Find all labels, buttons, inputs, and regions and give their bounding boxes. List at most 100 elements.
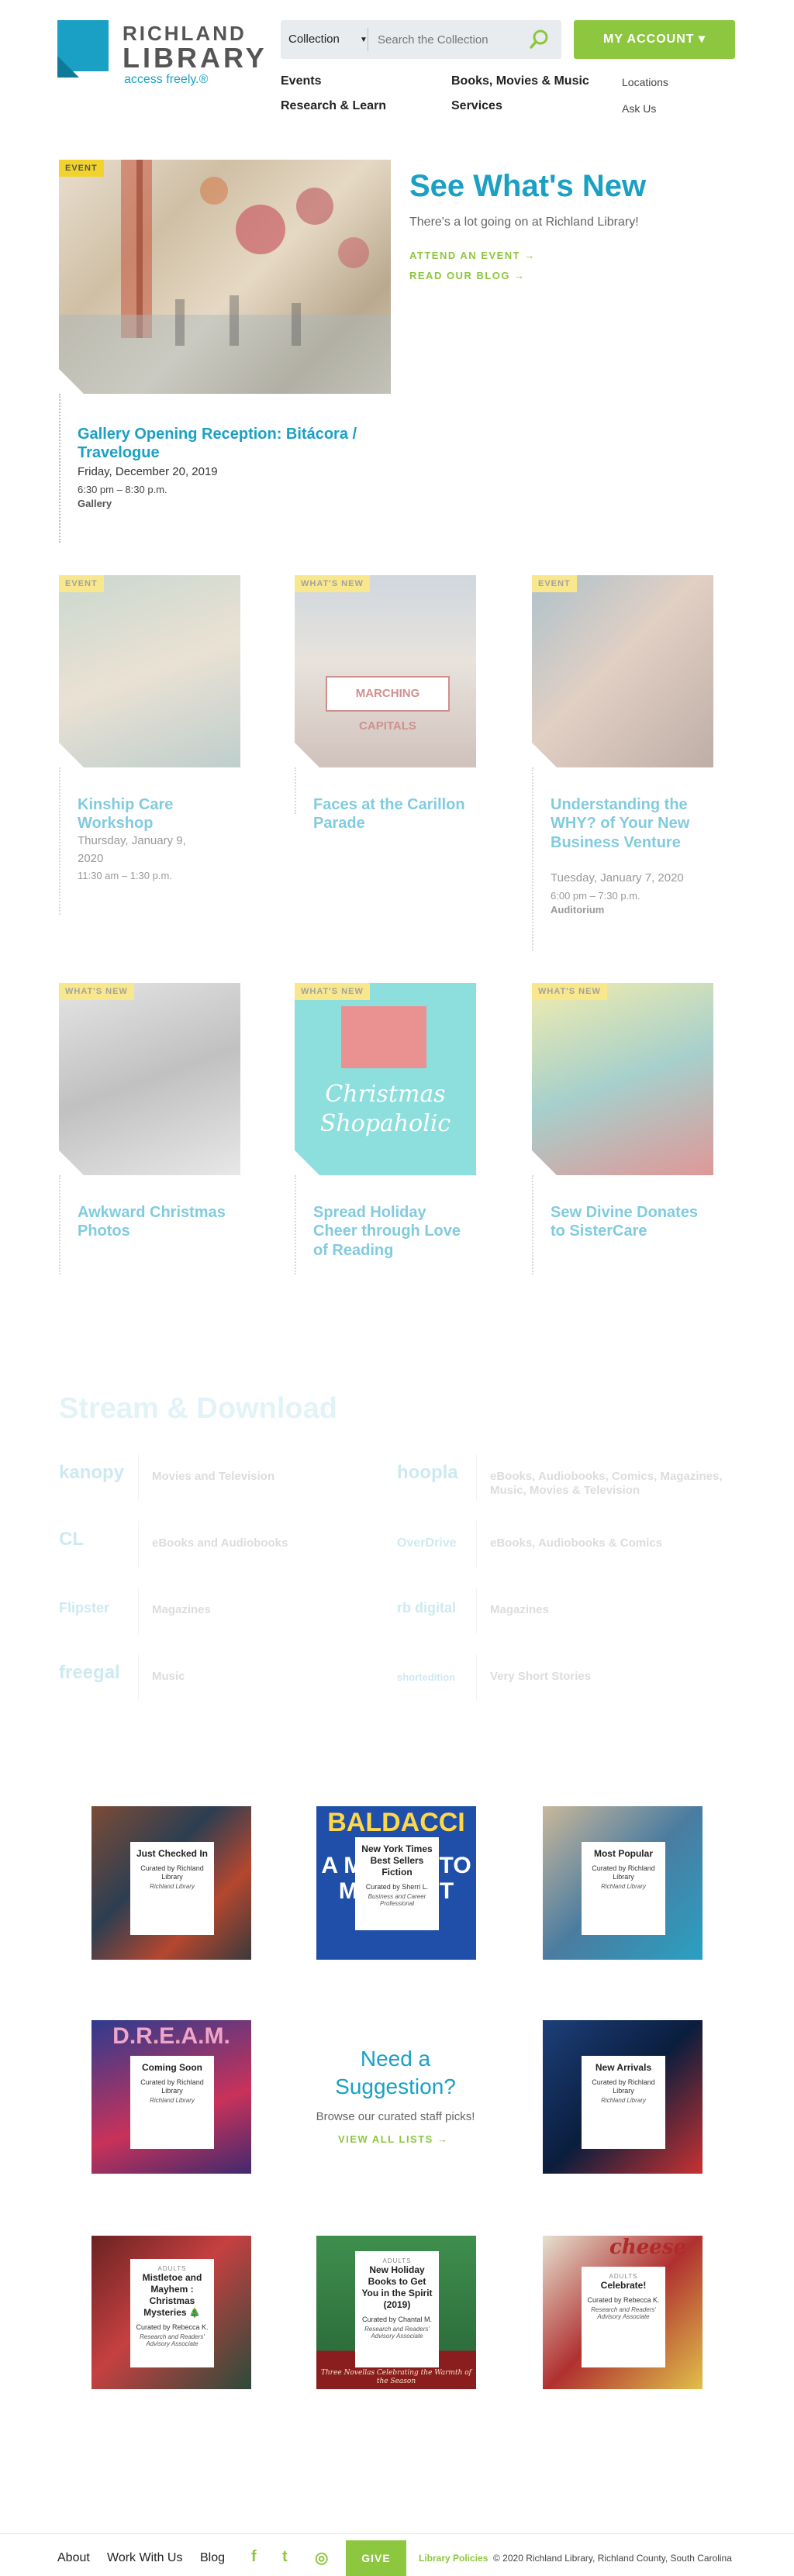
stream-row[interactable]: OverDrive eBooks, Audiobooks & Comics (397, 1521, 730, 1567)
my-account-button[interactable]: MY ACCOUNT ▾ (574, 20, 735, 59)
card-image[interactable]: WHAT'S NEW (59, 983, 240, 1175)
stream-desc: Magazines (490, 1603, 549, 1616)
list-card: ADULTS Celebrate! Curated by Rebecca K. Res… (582, 2267, 665, 2367)
card-image[interactable]: EVENT (532, 575, 713, 767)
card-date: Thursday, January 9, 2020 (78, 834, 186, 865)
list-tile[interactable]: cheese ADULTS Celebrate! Curated by Rebecc… (543, 2236, 703, 2389)
overdrive-logo: OverDrive (397, 1536, 457, 1550)
card-image[interactable]: WHAT'S NEW (532, 983, 713, 1175)
my-account-label: MY ACCOUNT (602, 33, 695, 46)
card-title[interactable]: Kinship Care Workshop (78, 795, 233, 833)
card-divider (59, 767, 60, 915)
featured-title[interactable]: Gallery Opening Reception: Bitácora / Tr… (78, 425, 372, 463)
card-time: 6:00 pm – 7:30 p.m. (551, 890, 640, 902)
hoopla-logo: hoopla (397, 1462, 458, 1483)
stream-row[interactable]: shortedition Very Short Stories (397, 1654, 730, 1701)
nav-events[interactable]: Events (281, 74, 321, 88)
card-divider (59, 394, 60, 543)
image-corner-notch (532, 743, 557, 767)
image-corner-notch (295, 1150, 319, 1175)
cloudlibrary-logo: CL (59, 1529, 84, 1550)
card-divider (532, 767, 533, 950)
library-policies-link[interactable]: Library Policies (419, 2553, 488, 2564)
logo[interactable]: RICHLAND LIBRARY access freely.® (57, 20, 264, 86)
card-title[interactable]: Understanding the WHY? of Your New Busin… (551, 795, 706, 852)
card-time: 11:30 am – 1:30 p.m. (78, 870, 172, 881)
list-curator-role: Business and Career Professional (368, 1892, 426, 1907)
event-tag: EVENT (59, 160, 104, 177)
stream-row[interactable]: kanopy Movies and Television (59, 1454, 392, 1501)
card-image[interactable]: MARCHING CAPITALS WHAT'S NEW (295, 575, 476, 767)
list-card: Coming Soon Curated by Richland Library Ri… (130, 2056, 214, 2149)
nav-services[interactable]: Services (451, 99, 502, 113)
copyright: © 2020 Richland Library, Richland County… (493, 2553, 732, 2564)
list-card: ADULTS Mistletoe and Mayhem : Christmas M… (130, 2259, 214, 2367)
featured-image[interactable]: EVENT (59, 160, 391, 394)
brand-line2: LIBRARY (123, 42, 268, 74)
list-tile[interactable]: Just Checked In Curated by Richland Libra… (91, 1806, 251, 1960)
list-curator-role: Richland Library (150, 1882, 195, 1890)
read-blog-link[interactable]: READ OUR BLOG → (409, 270, 526, 281)
stream-row[interactable]: Flipster Magazines (59, 1588, 392, 1634)
nav-ask-us[interactable]: Ask Us (622, 102, 656, 115)
event-tag: EVENT (59, 575, 104, 592)
footer-blog-link[interactable]: Blog (200, 2551, 225, 2565)
caret-down-icon: ▾ (698, 33, 706, 46)
list-tile[interactable]: ADULTS Mistletoe and Mayhem : Christmas M… (91, 2236, 251, 2389)
card-title[interactable]: Sew Divine Donates to SisterCare (551, 1203, 706, 1241)
card-image[interactable]: EVENT (59, 575, 240, 767)
stream-row[interactable]: rb digital Magazines (397, 1588, 730, 1634)
gift-box (341, 1006, 426, 1068)
facebook-icon[interactable]: f (251, 2548, 257, 2566)
card-image[interactable]: Christmas Shopaholic WHAT'S NEW (295, 983, 476, 1175)
stream-row[interactable]: CL eBooks and Audiobooks (59, 1521, 392, 1567)
search-input[interactable] (368, 28, 523, 51)
list-title: Just Checked In (136, 1848, 209, 1859)
search-scope-select[interactable]: Collection (288, 20, 340, 59)
flipster-logo: Flipster (59, 1600, 110, 1616)
list-tile[interactable]: Most Popular Curated by Richland Library R… (543, 1806, 703, 1960)
stream-row[interactable]: freegal Music (59, 1654, 392, 1701)
card-divider (59, 1175, 60, 1274)
cover-text: BALDACCI (327, 1808, 465, 1837)
give-button[interactable]: GIVE (346, 2540, 406, 2576)
list-title: Coming Soon (142, 2062, 202, 2073)
nav-books[interactable]: Books, Movies & Music (451, 74, 589, 88)
give-label: GIVE (361, 2552, 391, 2564)
view-all-lists-link[interactable]: VIEW ALL LISTS → (338, 2133, 448, 2145)
audience-label: ADULTS (382, 2257, 412, 2264)
list-tile[interactable]: D.R.E.A.M. Coming Soon Curated by Richlan… (91, 2020, 251, 2174)
divider (476, 1454, 477, 1501)
event-tag: EVENT (532, 575, 577, 592)
card-title[interactable]: Awkward Christmas Photos (78, 1203, 233, 1241)
instagram-icon[interactable]: ◎ (315, 2548, 328, 2567)
card-title[interactable]: Faces at the Carillon Parade (313, 795, 468, 833)
list-title: New Arrivals (595, 2062, 652, 2073)
footer-about-link[interactable]: About (57, 2551, 90, 2565)
attend-event-link[interactable]: ATTEND AN EVENT → (409, 250, 536, 261)
card-date: Tuesday, January 7, 2020 (551, 871, 684, 885)
whats-new-title: See What's New (409, 169, 647, 203)
image-corner-notch (59, 1150, 84, 1175)
nav-locations[interactable]: Locations (622, 76, 668, 88)
twitter-icon[interactable]: t (282, 2548, 288, 2566)
image-corner-notch (59, 743, 84, 767)
list-tile[interactable]: New Arrivals Curated by Richland Library R… (543, 2020, 703, 2174)
list-tile[interactable]: Three Novellas Celebrating the Warmth of… (316, 2236, 476, 2389)
list-curator-role: Richland Library (150, 2096, 195, 2104)
nav-research[interactable]: Research & Learn (281, 99, 386, 113)
search-icon[interactable] (527, 26, 554, 53)
list-title: Celebrate! (600, 2280, 647, 2291)
footer: About Work With Us Blog f t ◎ GIVE Libra… (0, 2533, 794, 2576)
stream-row[interactable]: hoopla eBooks, Audiobooks, Comics, Magazi… (397, 1454, 730, 1501)
list-curator: Curated by Rebecca K. (136, 2323, 209, 2331)
freegal-logo: freegal (59, 1662, 120, 1683)
suggestion-title-line2: Suggestion? (335, 2074, 456, 2098)
audience-label: ADULTS (157, 2265, 187, 2272)
card-title[interactable]: Spread Holiday Cheer through Love of Rea… (313, 1203, 468, 1260)
divider (476, 1521, 477, 1567)
list-tile[interactable]: BALDACCI A MINUTE TO MIDNIGHT New York T… (316, 1806, 476, 1960)
card-divider (532, 1175, 533, 1274)
short-edition-logo: shortedition (397, 1671, 456, 1683)
footer-work-link[interactable]: Work With Us (107, 2551, 182, 2565)
